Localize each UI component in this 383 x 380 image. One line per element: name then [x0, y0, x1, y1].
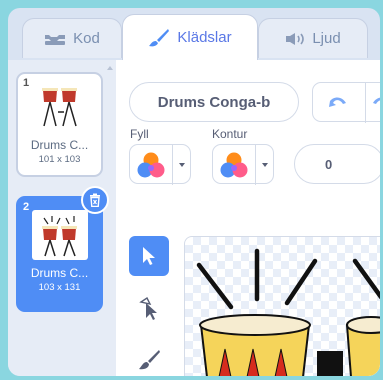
paint-editor: Drums Conga-b Fyll Kontur 0	[116, 60, 380, 376]
delete-costume-button[interactable]	[81, 186, 109, 214]
tab-code-label: Kod	[73, 30, 100, 47]
brush-icon	[139, 350, 160, 370]
paintbrush-icon	[148, 28, 170, 48]
tab-code[interactable]: Kod	[22, 18, 122, 58]
drums-thumbnail	[42, 216, 77, 257]
undo-icon[interactable]	[328, 95, 348, 114]
outline-width-input[interactable]: 0	[294, 144, 380, 184]
costume-number: 2	[23, 201, 30, 213]
costume-name: Drums C...	[30, 266, 89, 280]
fill-color-picker[interactable]	[129, 144, 191, 185]
arrow-cursor-icon	[143, 247, 155, 265]
tab-sounds-label: Ljud	[312, 30, 341, 47]
reshape-tool-button[interactable]	[129, 288, 169, 328]
trash-icon	[90, 193, 100, 207]
costume-editor-window: Kod Klädslar Ljud 1 Drums C... 101 x 103…	[8, 8, 380, 376]
costume-number: 1	[23, 77, 30, 89]
undo-redo-group	[312, 82, 380, 123]
chevron-down-icon	[262, 163, 268, 167]
costume-size: 101 x 103	[38, 154, 81, 165]
tab-bar: Kod Klädslar Ljud	[8, 8, 380, 60]
drawing-canvas[interactable]	[184, 236, 380, 376]
costume-size: 103 x 131	[38, 282, 81, 293]
fill-label: Fyll	[130, 127, 149, 141]
reshape-icon	[139, 296, 157, 320]
scroll-up-arrow[interactable]	[107, 66, 113, 70]
costume-list-scrollbar[interactable]	[104, 60, 116, 376]
tab-sounds[interactable]: Ljud	[258, 18, 368, 58]
divider	[365, 83, 366, 123]
costume-name: Drums C...	[30, 138, 89, 152]
speaker-icon	[285, 32, 305, 46]
divider	[255, 145, 256, 185]
chevron-down-icon	[179, 163, 185, 167]
outline-label: Kontur	[212, 127, 248, 141]
divider	[172, 145, 173, 185]
redo-icon[interactable]	[371, 95, 380, 114]
select-tool-button[interactable]	[129, 236, 169, 276]
color-palette-icon	[137, 152, 165, 178]
drums-costume-artwork	[196, 248, 380, 376]
costume-name-input[interactable]: Drums Conga-b	[129, 82, 299, 122]
color-palette-icon	[220, 152, 248, 178]
drums-thumbnail	[42, 88, 77, 127]
tab-costumes-label: Klädslar	[177, 29, 232, 46]
brush-tool-button[interactable]	[129, 340, 169, 376]
outline-color-picker[interactable]	[212, 144, 274, 185]
tab-costumes[interactable]: Klädslar	[122, 14, 258, 60]
code-icon	[44, 32, 66, 46]
costume-item[interactable]: 1 Drums C... 101 x 103	[16, 72, 103, 177]
